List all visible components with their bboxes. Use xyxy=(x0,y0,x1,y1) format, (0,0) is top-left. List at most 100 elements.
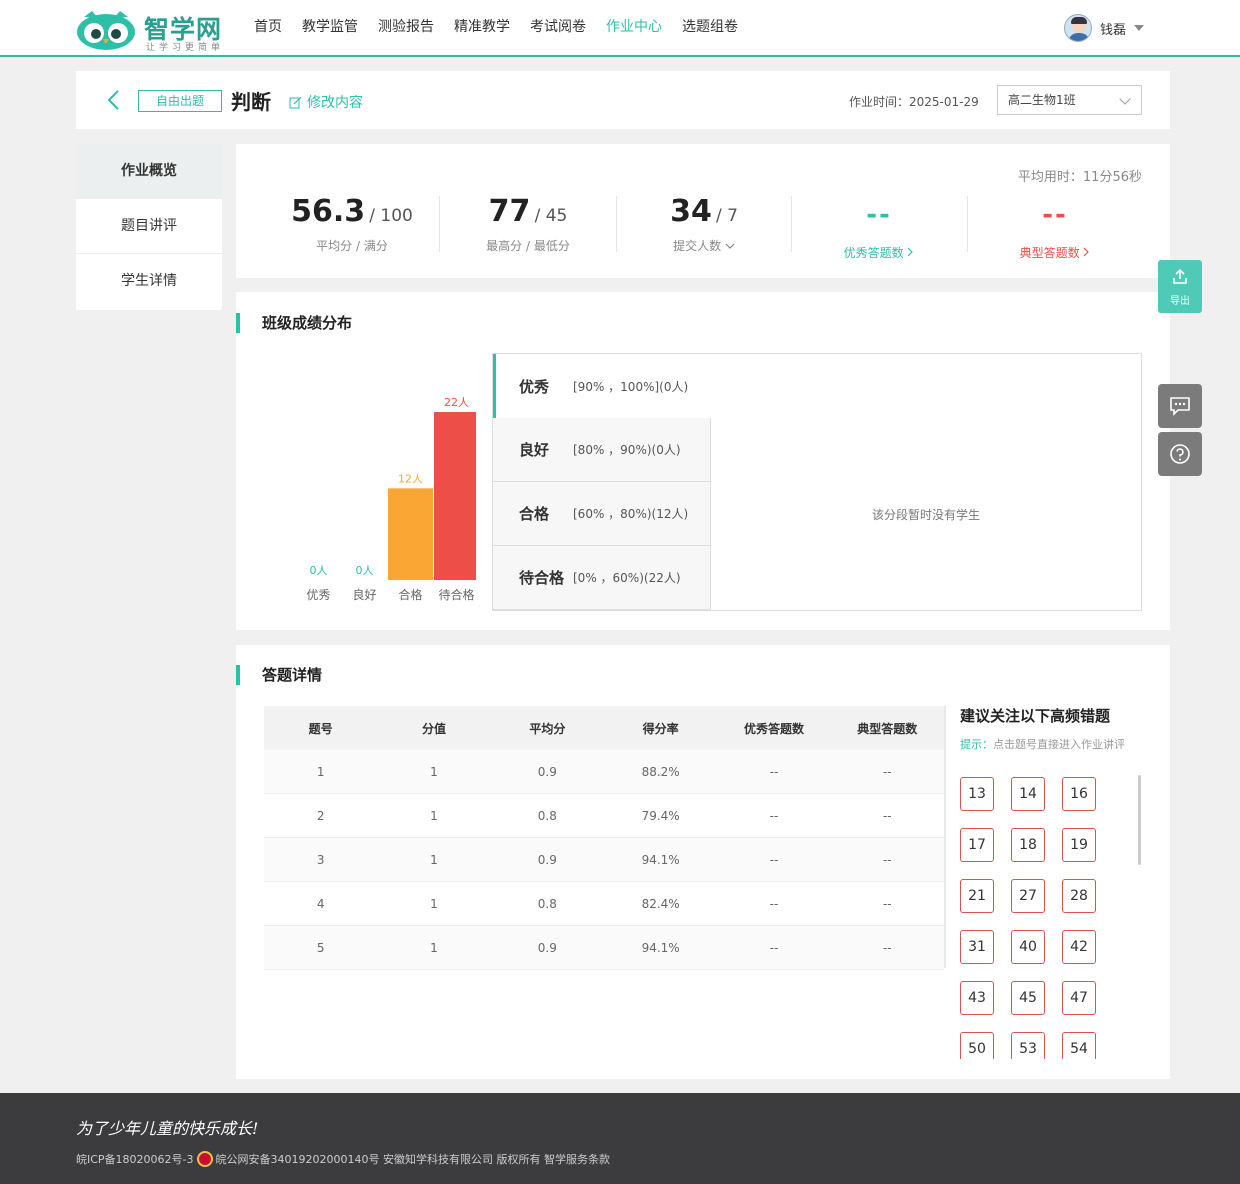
frequent-error-question-button[interactable]: 14 xyxy=(1011,777,1045,811)
frequent-errors-scrollbar[interactable] xyxy=(1138,775,1141,865)
table-cell: -- xyxy=(769,808,779,823)
band-name: 优秀 xyxy=(519,377,550,396)
sidebar-item[interactable]: 题目讲评 xyxy=(76,199,222,254)
table-cell: 4 xyxy=(316,896,325,911)
chart-bar xyxy=(434,412,476,580)
frequent-error-question-button[interactable]: 19 xyxy=(1062,828,1096,862)
feedback-button[interactable] xyxy=(1158,384,1202,428)
class-select-value: 高二生物1班 xyxy=(1008,93,1076,107)
logo[interactable]: 智学网 让学习更简单 xyxy=(76,6,226,53)
score-band[interactable]: 待合格 [0% ，60%)(22人) xyxy=(493,546,711,610)
frequent-error-question-button[interactable]: 21 xyxy=(960,879,994,913)
table-cell: 94.1% xyxy=(641,940,680,955)
sidebar-item[interactable]: 学生详情 xyxy=(76,254,222,309)
frequent-error-question-button[interactable]: 47 xyxy=(1062,981,1096,1015)
police-badge-icon xyxy=(196,1151,213,1167)
stat-submit: 34 / 7 提交人数 xyxy=(616,194,792,254)
frequent-error-question-button[interactable]: 45 xyxy=(1011,981,1045,1015)
owl-logo-icon xyxy=(77,11,135,50)
column-header: 典型答题数 xyxy=(857,721,918,736)
stat-average: 56.3 / 100 平均分 / 满分 xyxy=(264,194,440,254)
frequent-error-question-button[interactable]: 40 xyxy=(1011,930,1045,964)
column-header: 分值 xyxy=(421,721,446,736)
table-row[interactable]: 4 1 0.8 82.4% -- -- xyxy=(264,882,944,926)
frequent-error-question-button[interactable]: 31 xyxy=(960,930,994,964)
chart-data-label: 0人 xyxy=(310,564,328,577)
frequent-error-question-button[interactable]: 54 xyxy=(1062,1032,1096,1059)
nav-item[interactable]: 考试阅卷 xyxy=(520,0,596,55)
nav-item[interactable]: 选题组卷 xyxy=(672,0,748,55)
stats-card: 平均用时：11分56秒 56.3 / 100 平均分 / 满分 77 / 45 … xyxy=(236,144,1170,278)
frequent-error-question-button[interactable]: 43 xyxy=(960,981,994,1015)
table-cell: 0.9 xyxy=(537,764,557,779)
frequent-errors-panel: 建议关注以下高频错题 提示：点击题号直接进入作业讲评 13 14 16 17 18 19 2… xyxy=(960,705,1141,1059)
message-icon xyxy=(1170,397,1190,416)
frequent-error-question-button[interactable]: 28 xyxy=(1062,879,1096,913)
frequent-error-question-button[interactable]: 17 xyxy=(960,828,994,862)
table-cell: -- xyxy=(769,896,779,911)
user-menu[interactable]: 钱磊 xyxy=(1063,13,1144,43)
top-navigation-bar: 智学网 让学习更简单 首页 教学监管 测验报告 精准教学 考试阅卷 作业中心 选题组卷 钱磊 xyxy=(0,0,1240,57)
score-distribution-card: 班级成绩分布 0人 优秀 0人 良好 12人 合格 22人 待合格 该分段暂时没有学生 优秀[… xyxy=(236,292,1170,630)
submit-total: / 7 xyxy=(715,206,738,226)
export-button[interactable]: 导出 xyxy=(1158,260,1202,313)
score-band[interactable]: 优秀 [90% ，100%](0人) xyxy=(493,354,711,418)
table-row[interactable]: 3 1 0.9 94.1% -- -- xyxy=(264,838,944,882)
frequent-error-question-button[interactable]: 27 xyxy=(1011,879,1045,913)
column-header: 题号 xyxy=(308,721,333,736)
police-record-link[interactable]: 皖公网安备34019202000140号 安徽知学科技有限公司 版权所有 智学服… xyxy=(216,1151,610,1167)
avatar xyxy=(1063,14,1092,42)
table-row[interactable]: 5 1 0.9 94.1% -- -- xyxy=(264,926,944,970)
excellent-label: 优秀答题数 xyxy=(843,246,904,260)
distribution-title: 班级成绩分布 xyxy=(236,313,352,333)
nav-item[interactable]: 教学监管 xyxy=(292,0,368,55)
empty-band-message: 该分段暂时没有学生 xyxy=(871,507,980,522)
nav-item[interactable]: 测验报告 xyxy=(368,0,444,55)
table-cell: 1 xyxy=(430,896,438,911)
icp-link[interactable]: 皖ICP备18020062号-3 xyxy=(76,1151,194,1167)
nav-item[interactable]: 首页 xyxy=(244,0,292,55)
excellent-answers-link[interactable]: 优秀答题数 xyxy=(791,244,967,261)
table-cell: -- xyxy=(882,896,892,911)
table-row[interactable]: 2 1 0.8 79.4% -- -- xyxy=(264,794,944,838)
column-header: 平均分 xyxy=(529,721,566,736)
table-cell: -- xyxy=(882,940,892,955)
band-range: [0% ，60%)(22人) xyxy=(573,571,681,585)
table-body: 1 1 0.9 88.2% -- -- 2 1 0.8 79.4% -- -- 3 1 0.9 94.1% --… xyxy=(264,750,944,970)
typical-answers-link[interactable]: 典型答题数 xyxy=(967,244,1143,261)
nav-item[interactable]: 作业中心 xyxy=(596,0,672,55)
table-scrollbar[interactable] xyxy=(944,706,946,968)
logo-slogan: 让学习更简单 xyxy=(146,43,225,53)
help-button[interactable] xyxy=(1158,432,1202,476)
frequent-error-question-button[interactable]: 16 xyxy=(1062,777,1096,811)
frequent-error-question-button[interactable]: 42 xyxy=(1062,930,1096,964)
chart-category-label: 优秀 xyxy=(306,588,330,602)
table-row[interactable]: 1 1 0.9 88.2% -- -- xyxy=(264,750,944,794)
free-question-tag: 自由出题 xyxy=(138,90,222,112)
band-range: [90% ，100%](0人) xyxy=(573,379,689,394)
edit-content-link[interactable]: 修改内容 xyxy=(289,92,363,112)
table-cell: 3 xyxy=(316,852,325,867)
table-cell: 0.9 xyxy=(537,940,557,955)
table-cell: 1 xyxy=(430,764,438,779)
score-band[interactable]: 良好 [80% ，90%)(0人) xyxy=(493,418,711,482)
main-nav: 首页 教学监管 测验报告 精准教学 考试阅卷 作业中心 选题组卷 xyxy=(244,0,748,55)
frequent-error-question-button[interactable]: 50 xyxy=(960,1032,994,1059)
side-menu: 作业概览 题目讲评 学生详情 xyxy=(76,144,222,310)
homework-time: 作业时间：2025-01-29 xyxy=(849,95,979,109)
score-band[interactable]: 合格 [60% ，80%)(12人) xyxy=(493,482,711,546)
chart-category-label: 良好 xyxy=(352,587,376,602)
frequent-error-question-button[interactable]: 13 xyxy=(960,777,994,811)
submit-count-toggle[interactable]: 提交人数 xyxy=(616,237,792,254)
band-range: [80% ，90%)(0人) xyxy=(573,443,681,457)
footer-slogan: 为了少年儿童的快乐成长! xyxy=(76,1119,259,1138)
class-select[interactable]: 高二生物1班 xyxy=(997,85,1142,115)
band-name: 合格 xyxy=(519,505,550,523)
sidebar-item[interactable]: 作业概览 xyxy=(76,144,222,199)
table-cell: 82.4% xyxy=(641,896,680,911)
frequent-error-question-button[interactable]: 53 xyxy=(1011,1032,1045,1059)
frequent-errors-title: 建议关注以下高频错题 xyxy=(960,707,1111,725)
nav-item[interactable]: 精准教学 xyxy=(444,0,520,55)
back-arrow-icon[interactable] xyxy=(106,89,122,111)
frequent-error-question-button[interactable]: 18 xyxy=(1011,828,1045,862)
